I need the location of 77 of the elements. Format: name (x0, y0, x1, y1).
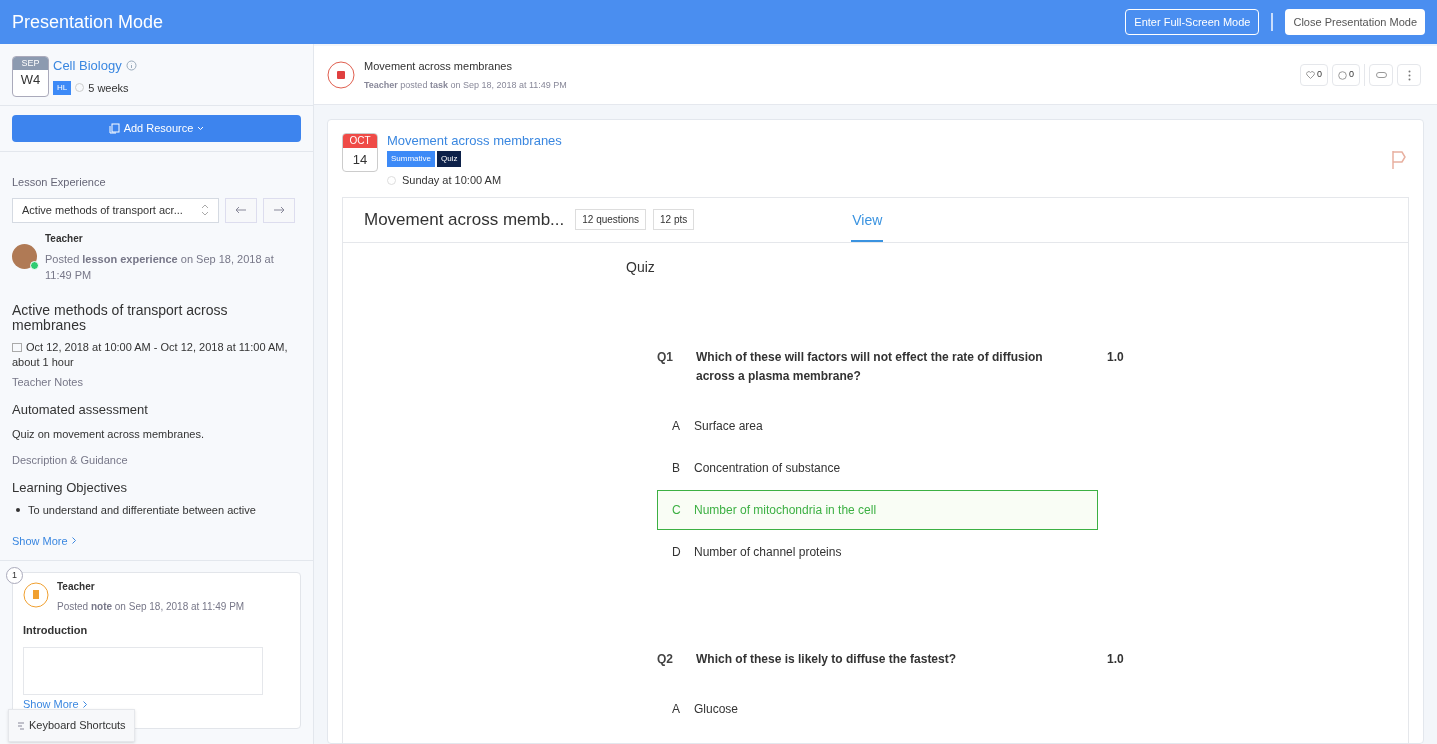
previous-button[interactable] (225, 197, 257, 223)
clock-icon (387, 175, 396, 185)
post-info: Posted lesson experience on Sep 18, 2018 at 11:49 PM (45, 251, 275, 283)
unit-title[interactable]: Cell Biology (53, 56, 122, 76)
points-total: 12 pts (653, 209, 695, 230)
section-label: Lesson Experience (12, 175, 107, 190)
note-icon (23, 582, 49, 608)
like-button[interactable]: 0 (1299, 64, 1328, 86)
avatar (12, 243, 37, 269)
assessment-title: Automated assessment (12, 401, 149, 419)
close-presentation-button[interactable]: Close Presentation Mode (1285, 9, 1425, 35)
arrow-left-icon (235, 206, 247, 214)
duration-text: 5 weeks (88, 80, 129, 96)
guidance-link[interactable]: Description & Guidance (12, 452, 301, 469)
info-icon (125, 60, 137, 72)
question-points: 1.0 (1107, 348, 1124, 366)
keyboard-shortcuts-button[interactable]: Keyboard Shortcuts (8, 709, 135, 742)
questions-count: 12 questions (575, 209, 646, 230)
task-tag: Quiz (437, 151, 462, 167)
chevron-right-icon (71, 537, 76, 545)
due-date-badge: OCT 14 (342, 133, 378, 172)
copy-icon (108, 123, 120, 134)
note-info: Posted note on Sep 18, 2018 at 11:49 PM (57, 600, 245, 614)
link-icon (1375, 72, 1387, 78)
show-more-link[interactable]: Show More (12, 532, 68, 549)
week-badge: SEP W4 (12, 56, 49, 97)
level-tag: HL (53, 80, 72, 95)
question-text: Which of these is likely to diffuse the fastest? (696, 650, 958, 668)
heart-icon (1305, 71, 1315, 79)
view-tab[interactable]: View (851, 197, 884, 242)
assessment-text: Quiz on movement across membranes. (12, 426, 205, 442)
question-text: Which of these will factors will not effect the rate of diffusion across a plasma membrane? (696, 348, 1044, 385)
question-number: Q1 (657, 348, 674, 366)
note-title: Introduction (23, 623, 89, 638)
task-icon (327, 61, 355, 89)
page-title: Presentation Mode (12, 10, 164, 34)
add-resource-button[interactable]: Add Resource (12, 115, 301, 142)
answer-option: B Concentration of substance (657, 447, 1098, 488)
next-button[interactable] (263, 197, 295, 223)
lesson-select[interactable]: Active methods of transport acr... (12, 197, 219, 223)
updown-icon (201, 204, 209, 216)
question-number: Q2 (657, 650, 674, 668)
note-show-more-link[interactable]: Show More (23, 697, 79, 711)
caret-icon (197, 126, 205, 131)
sort-icon (17, 721, 25, 730)
objective-item: To understand and differentiate between active (28, 503, 256, 518)
link-button[interactable] (1369, 64, 1393, 86)
comment-button[interactable]: 0 (1332, 64, 1360, 86)
task-tag: Summative (387, 151, 435, 167)
chevron-right-icon (82, 700, 87, 708)
author-name: Teacher (45, 231, 84, 246)
post-title: Movement across membranes (364, 58, 513, 74)
objectives-title: Learning Objectives (12, 478, 128, 497)
answer-option: A Glucose (657, 688, 1098, 729)
bullet-icon (16, 508, 20, 513)
comment-icon (1338, 70, 1347, 80)
more-button[interactable] (1397, 64, 1421, 86)
clock-icon (75, 83, 85, 93)
post-meta: Teacher posted task on Sep 18, 2018 at 11:49 PM (364, 79, 567, 92)
teacher-notes-link[interactable]: Teacher Notes (12, 373, 301, 390)
more-icon (1407, 69, 1411, 81)
quiz-heading: Quiz (626, 257, 656, 277)
question-points: 1.0 (1107, 650, 1124, 668)
date-text: Oct 12, 2018 at 10:00 AM - Oct 12, 2018 at 11:00 AM, about 1 hour (12, 339, 289, 370)
author-name: Teacher (57, 580, 96, 594)
flag-icon[interactable] (1391, 150, 1407, 170)
lesson-title: Active methods of transport across membranes (12, 302, 229, 333)
answer-option: D Number of channel proteins (657, 531, 1098, 572)
quiz-title: Movement across memb... (364, 208, 565, 231)
arrow-right-icon (273, 206, 285, 214)
note-number: 1 (6, 567, 23, 584)
due-text: Sunday at 10:00 AM (402, 173, 502, 188)
calendar-icon (12, 342, 22, 352)
answer-option: C Number of mitochondria in the cell (657, 489, 1098, 530)
fullscreen-button[interactable]: Enter Full-Screen Mode (1125, 9, 1260, 35)
task-title[interactable]: Movement across membranes (387, 133, 562, 148)
answer-option: A Surface area (657, 405, 1098, 446)
